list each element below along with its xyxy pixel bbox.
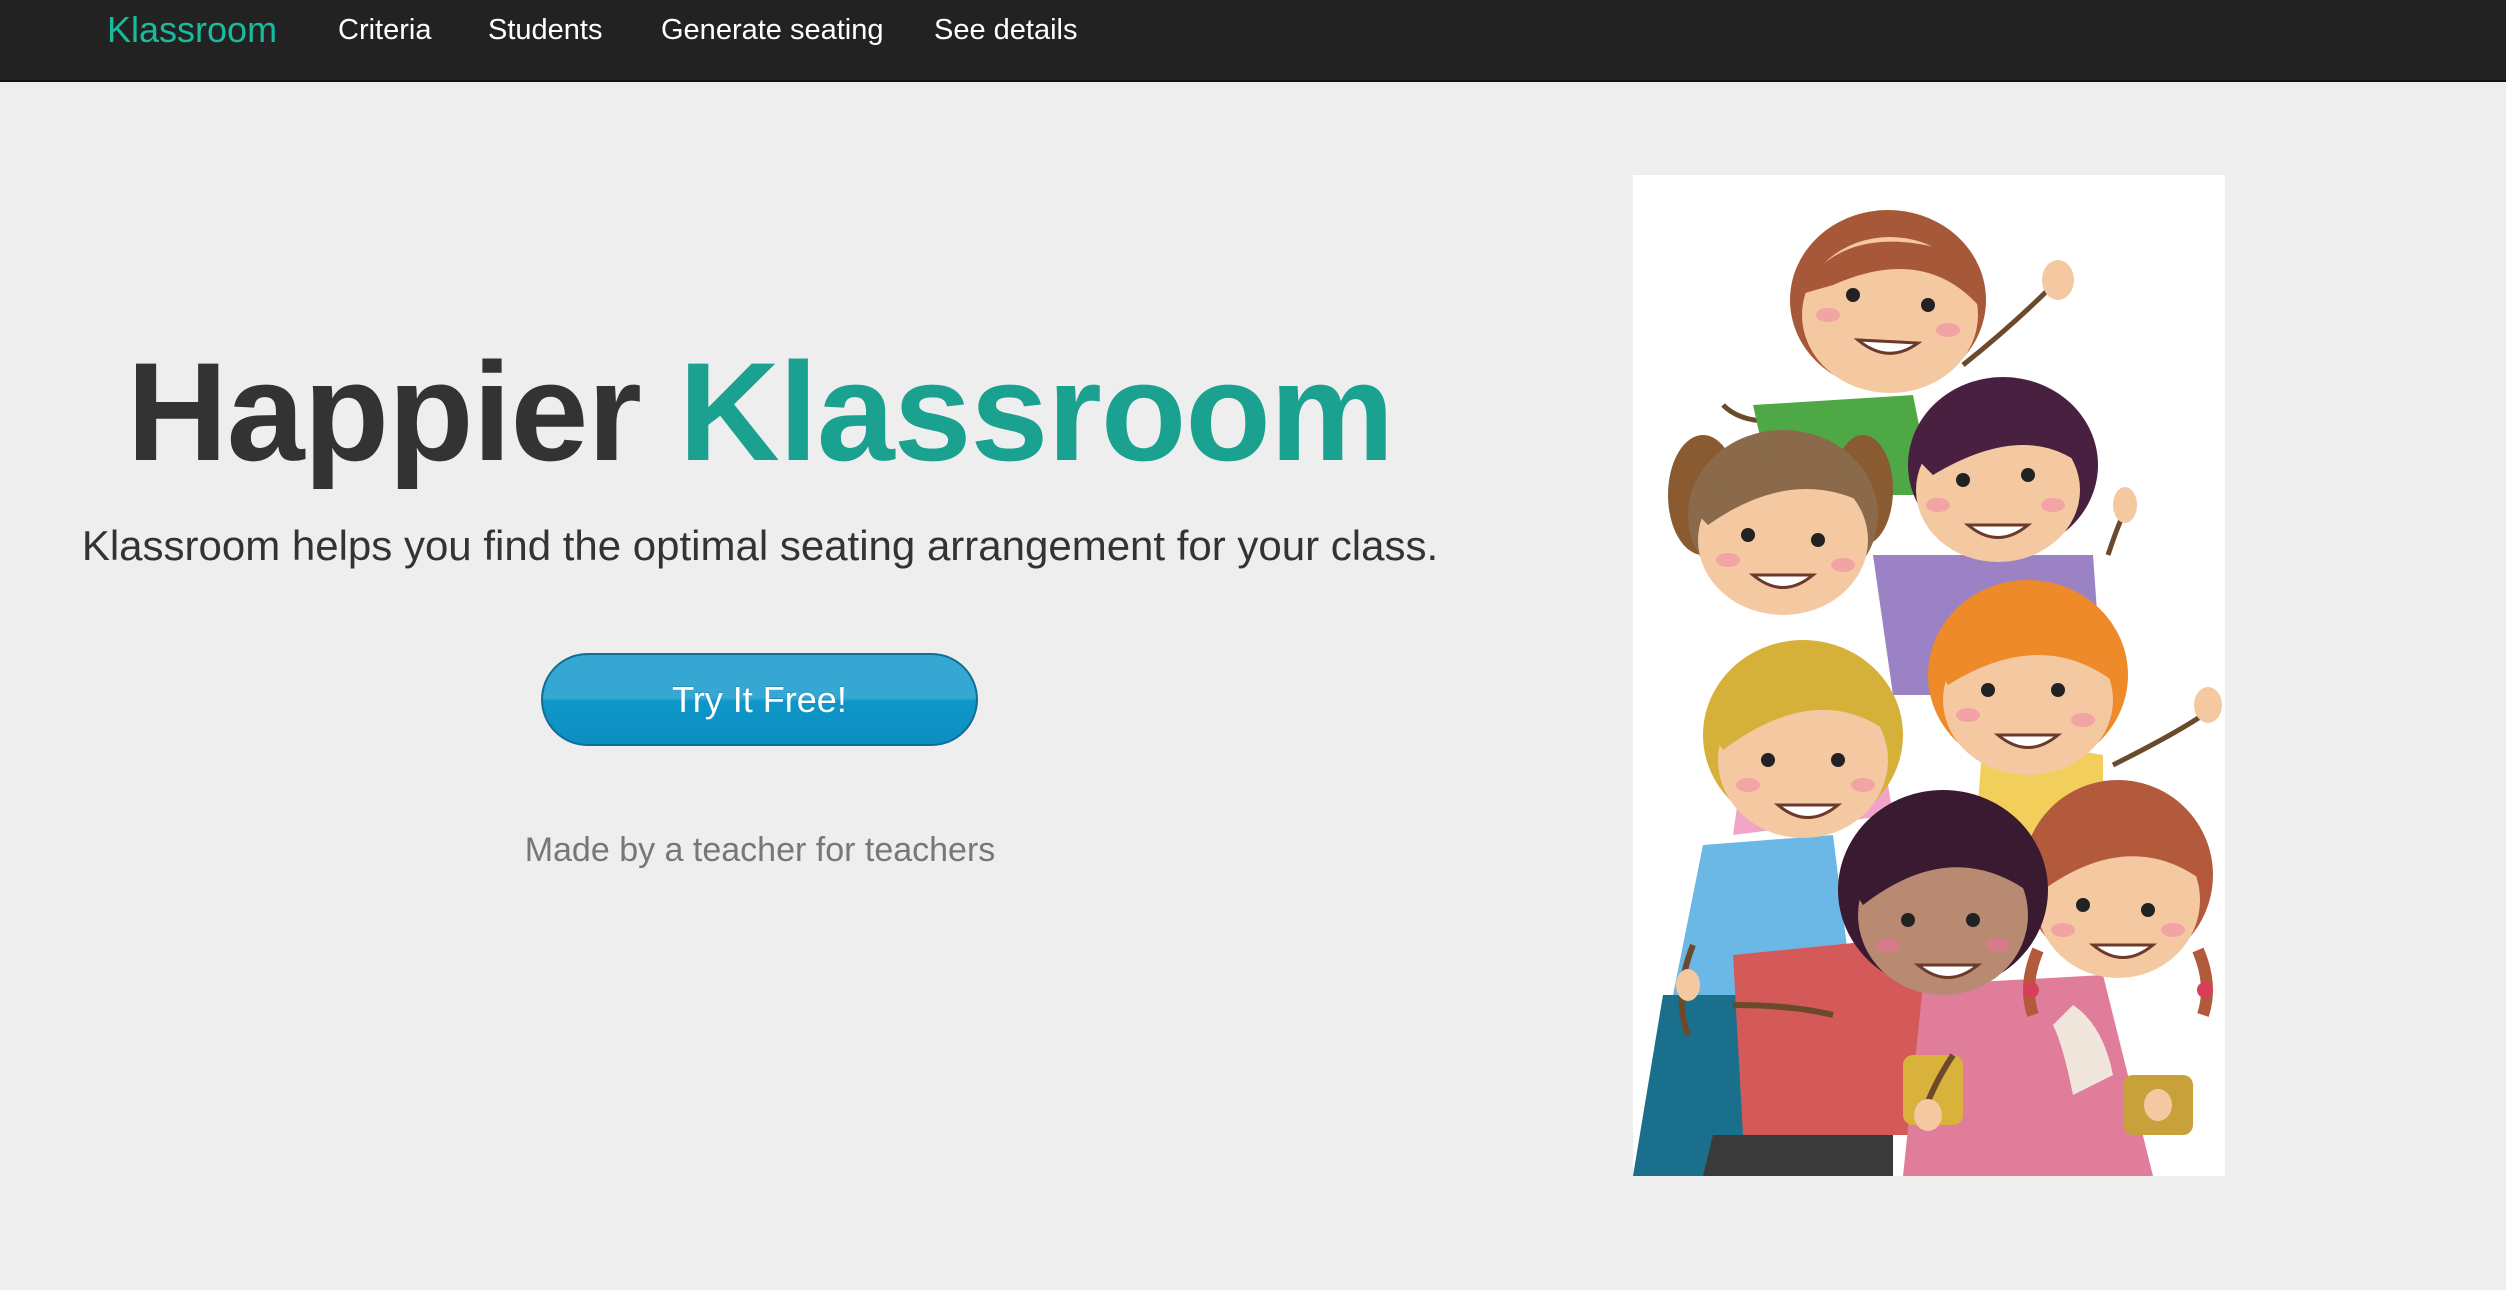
hero-subtitle: Klassroom helps you find the optimal sea…	[81, 522, 1439, 569]
nav-link-see-details[interactable]: See details	[934, 12, 1078, 48]
top-navbar: Klassroom Criteria Students Generate sea…	[0, 0, 2506, 82]
children-illustration	[1633, 175, 2225, 1176]
hero-title: Happier Klassroom	[0, 332, 1520, 492]
nav-link-generate-seating[interactable]: Generate seating	[661, 12, 883, 48]
hero-title-part2: Klassroom	[678, 333, 1395, 490]
try-it-free-button[interactable]: Try It Free!	[541, 653, 978, 746]
hero-tagline: Made by a teacher for teachers	[524, 831, 996, 869]
hero-title-part1: Happier	[126, 333, 642, 490]
brand-logo-link[interactable]: Klassroom	[107, 8, 277, 52]
nav-link-students[interactable]: Students	[488, 12, 602, 48]
nav-link-criteria[interactable]: Criteria	[338, 12, 431, 48]
